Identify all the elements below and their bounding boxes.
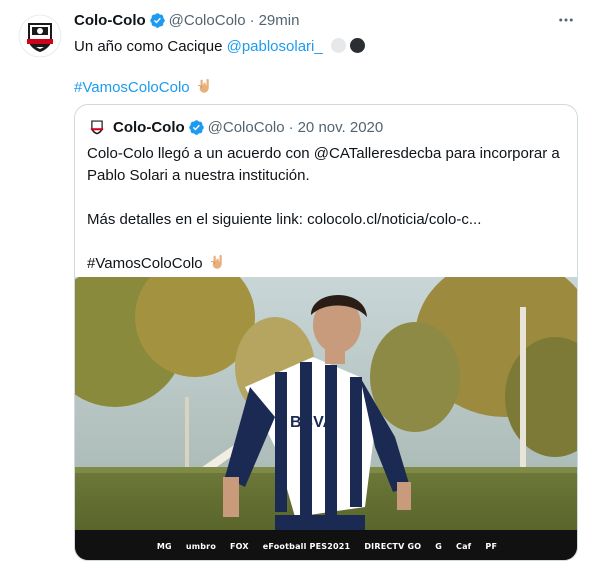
mention-link[interactable]: @pablosolari_	[227, 38, 323, 55]
black-circle-emoji-icon	[349, 38, 365, 53]
quoted-author-handle: @ColoColo	[207, 118, 285, 136]
quoted-line-1: Colo-Colo llegó a un acuerdo con @CATall…	[87, 145, 560, 184]
verified-badge-icon	[149, 12, 166, 29]
sponsor-2: umbro	[185, 541, 217, 551]
quoted-tweet-card[interactable]: Colo-Colo @ColoColo · 20 nov. 2020 Colo-…	[74, 104, 578, 561]
quoted-hashtag-line: #VamosColoColo	[87, 253, 565, 278]
sponsor-6: G	[435, 541, 443, 551]
sponsor-7: Caf	[456, 541, 472, 551]
quoted-line-2: Más detalles en el siguiente link: coloc…	[87, 211, 482, 228]
svg-text:BBVA: BBVA	[290, 414, 335, 431]
tweet-time[interactable]: 29min	[259, 12, 300, 29]
colo-colo-crest-icon	[18, 14, 62, 58]
quoted-rock-hand-emoji-icon	[209, 253, 227, 278]
sponsor-8: PF	[485, 541, 498, 551]
author-name[interactable]: Colo-Colo	[74, 12, 146, 29]
quoted-hashtag: #VamosColoColo	[87, 255, 203, 272]
sponsor-3: FOX	[230, 541, 249, 551]
quoted-tweet-body: Colo-Colo llegó a un acuerdo con @CATall…	[87, 143, 565, 278]
separator-dot: ·	[249, 11, 255, 29]
sponsor-4: eFootball PES2021	[262, 541, 351, 551]
quoted-tweet-header: Colo-Colo @ColoColo · 20 nov. 2020	[87, 117, 383, 137]
author-handle[interactable]: @ColoColo	[169, 12, 246, 29]
author-avatar[interactable]	[16, 12, 64, 60]
white-circle-emoji-icon	[330, 38, 346, 53]
sponsor-bar: MG umbro FOX eFootball PES2021 DIRECTV G…	[75, 530, 577, 560]
tweet-text-prefix: Un año como Cacique	[74, 38, 227, 55]
sponsor-5: DIRECTV GO	[364, 541, 422, 551]
hashtag-link[interactable]: #VamosColoColo	[74, 79, 190, 96]
quoted-separator-dot: ·	[288, 118, 294, 136]
quoted-date: 20 nov. 2020	[297, 118, 384, 136]
football-player-photo: BBVA	[75, 277, 577, 560]
quoted-tweet-photo[interactable]: BBVA MG umbro FOX eFootball PES2021 DIRE…	[75, 277, 577, 560]
quoted-author-avatar[interactable]	[87, 117, 107, 137]
quoted-verified-badge-icon	[188, 119, 205, 136]
tweet-text: Un año como Cacique @pablosolari_	[74, 37, 576, 57]
rock-hand-emoji-icon	[196, 77, 214, 101]
sponsor-1: MG	[156, 541, 172, 551]
colo-colo-crest-small-icon	[90, 120, 104, 135]
tweet-header: Colo-Colo @ColoColo · 29min	[74, 10, 576, 30]
tweet-hashtag-line: #VamosColoColo	[74, 77, 576, 101]
quoted-author-name: Colo-Colo	[113, 118, 185, 136]
more-options-icon[interactable]	[556, 10, 576, 30]
